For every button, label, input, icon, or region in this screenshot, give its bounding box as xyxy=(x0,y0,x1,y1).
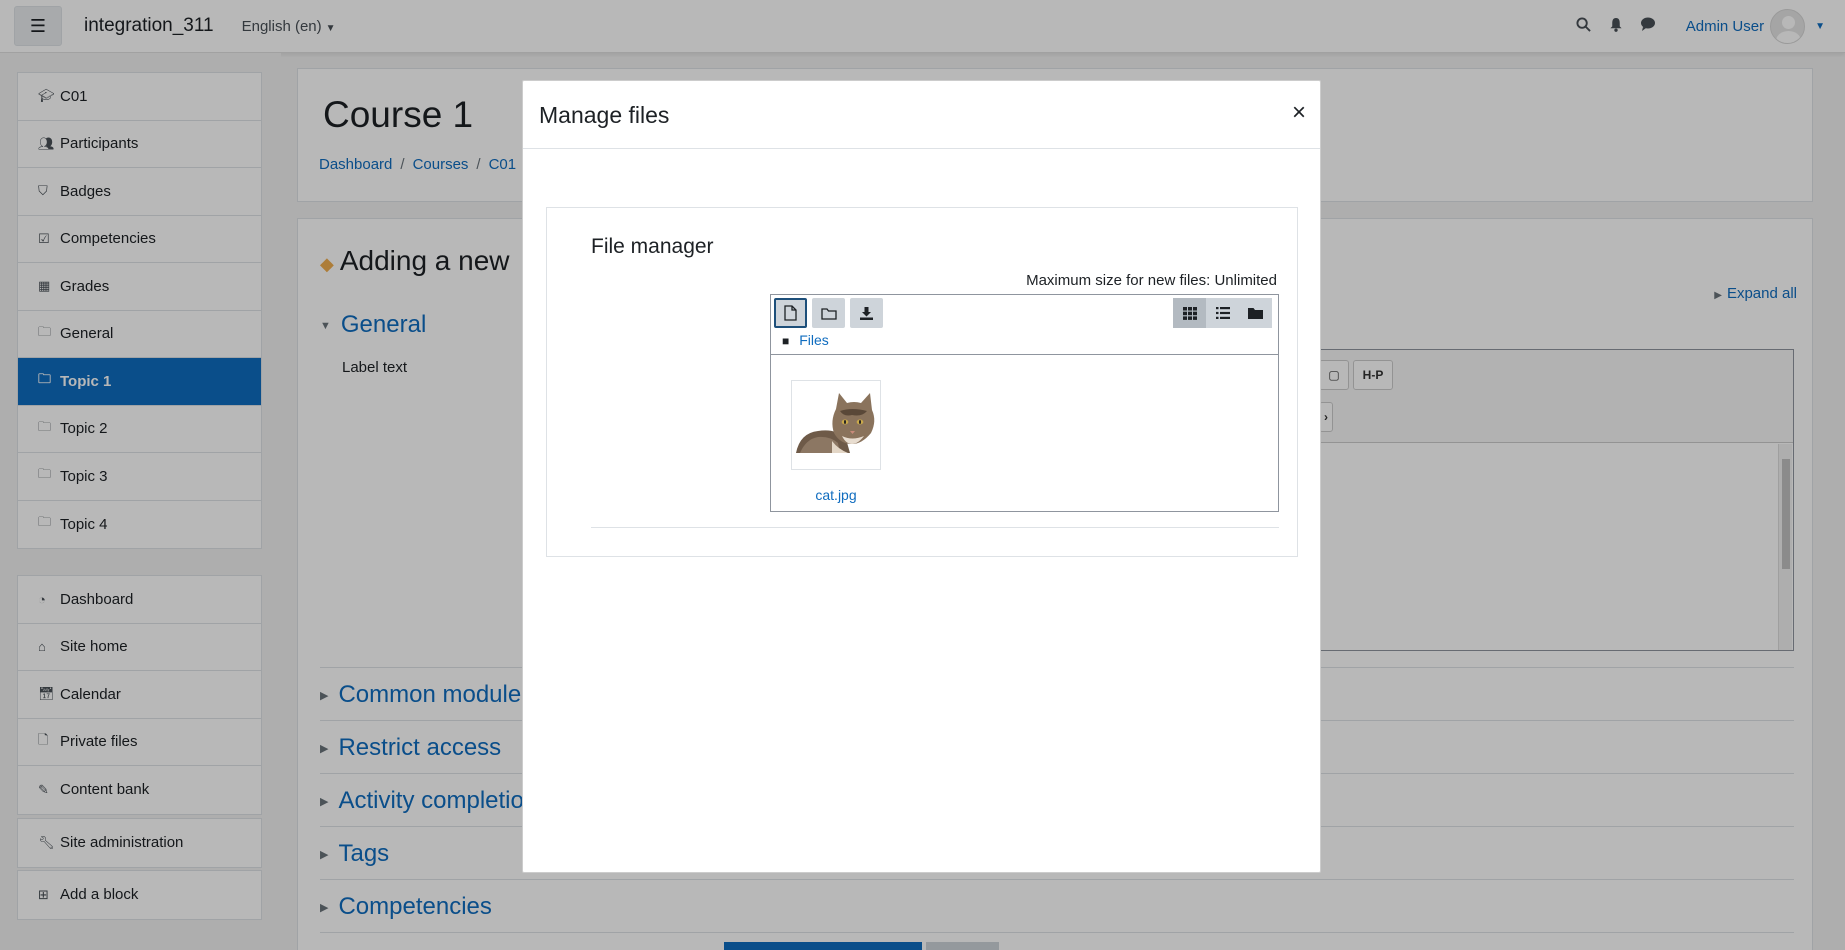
view-tree-button[interactable] xyxy=(1239,298,1272,328)
grid-icon xyxy=(1182,306,1197,320)
add-file-button[interactable] xyxy=(774,298,807,328)
list-icon xyxy=(1215,307,1230,319)
file-icon xyxy=(784,305,797,321)
file-path: ■ Files xyxy=(782,332,829,348)
path-root-link[interactable]: Files xyxy=(799,332,829,348)
file-name-cat[interactable]: cat.jpg xyxy=(789,487,883,503)
cat-image-icon xyxy=(792,381,880,469)
file-manager: ■ Files cat.jpg xyxy=(770,294,1279,512)
modal-title: Manage files xyxy=(539,102,670,128)
download-button[interactable] xyxy=(850,298,883,328)
view-icons-button[interactable] xyxy=(1173,298,1206,328)
file-thumbnail-cat[interactable] xyxy=(791,380,881,470)
close-icon[interactable]: × xyxy=(1292,99,1306,127)
create-folder-button[interactable] xyxy=(812,298,845,328)
folder-icon xyxy=(1248,308,1263,319)
file-manager-panel: File manager Maximum size for new files:… xyxy=(546,207,1298,557)
file-manager-title: File manager xyxy=(591,235,714,258)
folder-icon xyxy=(820,307,837,320)
modal-header: Manage files × xyxy=(523,81,1320,149)
manage-files-dialog: Manage files × File manager Maximum size… xyxy=(522,80,1321,873)
file-manager-toolbar: ■ Files xyxy=(771,295,1278,355)
view-list-button[interactable] xyxy=(1206,298,1239,328)
download-icon xyxy=(860,306,873,320)
folder-icon: ■ xyxy=(782,334,790,348)
form-divider xyxy=(591,527,1279,528)
max-size-text: Maximum size for new files: Unlimited xyxy=(1026,272,1277,289)
